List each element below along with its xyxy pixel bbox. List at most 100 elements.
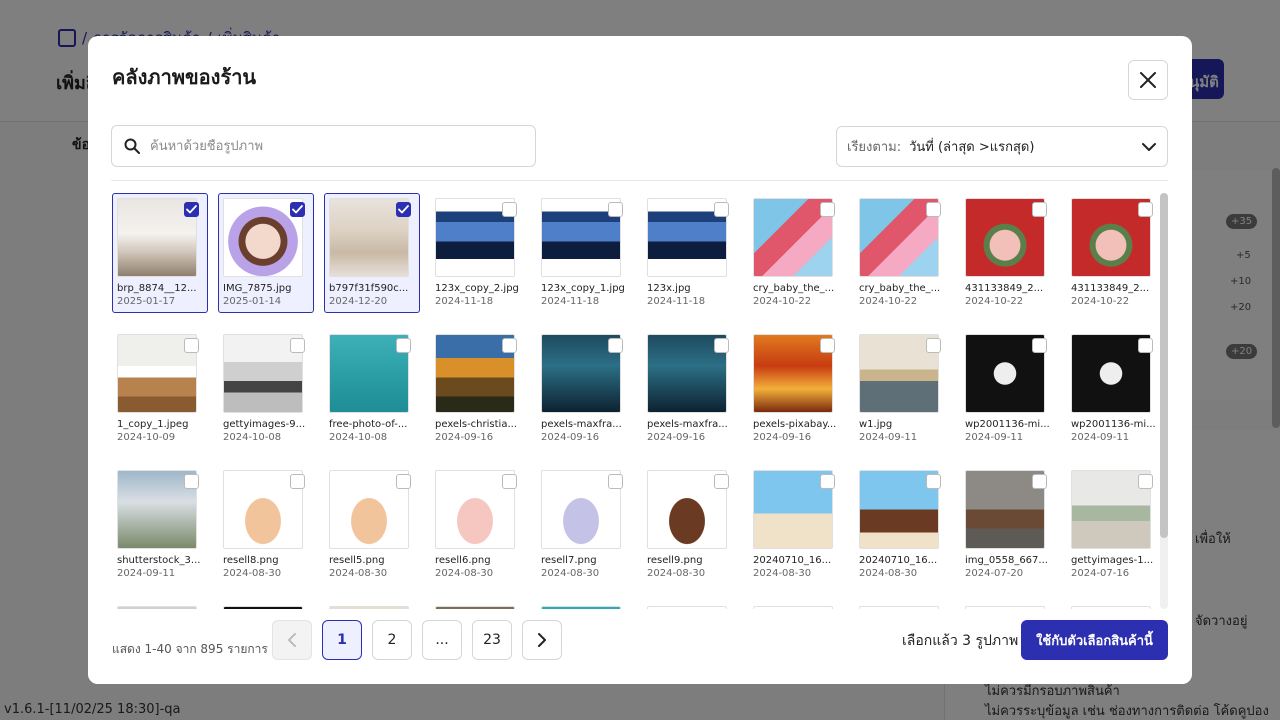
page-ellipsis[interactable]: ... — [422, 620, 462, 660]
search-field[interactable] — [111, 125, 536, 167]
image-tile[interactable] — [1066, 601, 1158, 609]
image-date: 2024-10-22 — [859, 296, 918, 307]
image-tile[interactable]: 431133849_2... 2024-10-22 — [960, 193, 1056, 313]
select-checkbox[interactable] — [290, 202, 305, 217]
image-tile[interactable]: resell5.png 2024-08-30 — [324, 465, 420, 585]
image-thumbnail[interactable] — [1071, 606, 1151, 609]
select-checkbox[interactable] — [502, 338, 517, 353]
image-tile[interactable]: gettyimages-1... 2024-07-16 — [1066, 465, 1158, 585]
image-tile[interactable]: pexels-pixabay... 2024-09-16 — [748, 329, 844, 449]
page-23-button[interactable]: 23 — [472, 620, 512, 660]
next-page-button[interactable] — [522, 620, 562, 660]
image-tile[interactable]: pexels-maxfra... 2024-09-16 — [536, 329, 632, 449]
image-tile[interactable]: 1_copy_1.jpeg 2024-10-09 — [112, 329, 208, 449]
select-checkbox[interactable] — [184, 474, 199, 489]
image-tile[interactable] — [324, 601, 420, 609]
select-checkbox[interactable] — [290, 338, 305, 353]
image-thumbnail[interactable] — [117, 606, 197, 609]
image-tile[interactable]: w1.jpg 2024-09-11 — [854, 329, 950, 449]
image-tile[interactable]: resell6.png 2024-08-30 — [430, 465, 526, 585]
page-2-button[interactable]: 2 — [372, 620, 412, 660]
image-tile[interactable] — [430, 601, 526, 609]
select-checkbox[interactable] — [184, 338, 199, 353]
select-checkbox[interactable] — [1032, 338, 1047, 353]
image-tile[interactable]: 20240710_16... 2024-08-30 — [748, 465, 844, 585]
page-1-button[interactable]: 1 — [322, 620, 362, 660]
select-checkbox[interactable] — [926, 338, 941, 353]
image-thumbnail[interactable] — [541, 606, 621, 609]
image-tile[interactable] — [218, 601, 314, 609]
image-thumbnail[interactable] — [647, 606, 727, 609]
select-checkbox[interactable] — [714, 474, 729, 489]
image-tile[interactable]: cry_baby_the_... 2024-10-22 — [748, 193, 844, 313]
search-input[interactable] — [150, 138, 520, 154]
chevron-right-icon — [538, 633, 546, 647]
select-checkbox[interactable] — [1138, 338, 1153, 353]
close-button[interactable] — [1128, 60, 1168, 100]
image-tile[interactable]: b797f31f590c... 2024-12-20 — [324, 193, 420, 313]
image-name: resell8.png — [223, 555, 279, 566]
select-checkbox[interactable] — [714, 202, 729, 217]
select-checkbox[interactable] — [1138, 474, 1153, 489]
image-tile[interactable]: free-photo-of-... 2024-10-08 — [324, 329, 420, 449]
image-tile[interactable]: shutterstock_3... 2024-09-11 — [112, 465, 208, 585]
image-tile[interactable] — [748, 601, 844, 609]
grid-scrollbar[interactable] — [1160, 193, 1168, 609]
image-tile[interactable]: cry_baby_the_... 2024-10-22 — [854, 193, 950, 313]
grid-scrollbar-thumb[interactable] — [1160, 193, 1168, 538]
sort-dropdown[interactable]: เรียงตาม: วันที่ (ล่าสุด >แรกสุด) — [836, 126, 1168, 167]
select-checkbox[interactable] — [396, 338, 411, 353]
image-tile[interactable]: 123x.jpg 2024-11-18 — [642, 193, 738, 313]
select-checkbox[interactable] — [820, 338, 835, 353]
image-tile[interactable]: 20240710_16... 2024-08-30 — [854, 465, 950, 585]
image-tile[interactable]: brp_8874__12... 2025-01-17 — [112, 193, 208, 313]
image-thumbnail[interactable] — [859, 606, 939, 609]
image-tile[interactable]: wp2001136-mi... 2024-09-11 — [960, 329, 1056, 449]
image-tile[interactable] — [960, 601, 1056, 609]
image-tile[interactable]: resell8.png 2024-08-30 — [218, 465, 314, 585]
image-name: b797f31f590c... — [329, 283, 409, 294]
select-checkbox[interactable] — [396, 474, 411, 489]
image-thumbnail[interactable] — [223, 606, 303, 609]
select-checkbox[interactable] — [1138, 202, 1153, 217]
image-tile[interactable]: IMG_7875.jpg 2025-01-14 — [218, 193, 314, 313]
select-checkbox[interactable] — [396, 202, 411, 217]
image-tile[interactable]: img_0558_667... 2024-07-20 — [960, 465, 1056, 585]
select-checkbox[interactable] — [608, 338, 623, 353]
apply-button[interactable]: ใช้กับตัวเลือกสินค้านี้ — [1021, 620, 1168, 660]
select-checkbox[interactable] — [1032, 202, 1047, 217]
select-checkbox[interactable] — [290, 474, 305, 489]
image-tile[interactable]: 123x_copy_2.jpg 2024-11-18 — [430, 193, 526, 313]
select-checkbox[interactable] — [926, 474, 941, 489]
image-date: 2024-10-22 — [753, 296, 812, 307]
image-tile[interactable]: resell9.png 2024-08-30 — [642, 465, 738, 585]
select-checkbox[interactable] — [502, 202, 517, 217]
select-checkbox[interactable] — [926, 202, 941, 217]
image-thumbnail[interactable] — [965, 606, 1045, 609]
select-checkbox[interactable] — [714, 338, 729, 353]
select-checkbox[interactable] — [1032, 474, 1047, 489]
image-tile[interactable]: 431133849_2... 2024-10-22 — [1066, 193, 1158, 313]
select-checkbox[interactable] — [608, 202, 623, 217]
select-checkbox[interactable] — [608, 474, 623, 489]
select-checkbox[interactable] — [184, 202, 199, 217]
image-thumbnail[interactable] — [435, 606, 515, 609]
image-tile[interactable] — [854, 601, 950, 609]
image-thumbnail[interactable] — [753, 606, 833, 609]
image-tile[interactable]: pexels-maxfra... 2024-09-16 — [642, 329, 738, 449]
image-tile[interactable] — [112, 601, 208, 609]
image-tile[interactable]: 123x_copy_1.jpg 2024-11-18 — [536, 193, 632, 313]
prev-page-button[interactable] — [272, 620, 312, 660]
select-checkbox[interactable] — [820, 474, 835, 489]
image-tile[interactable]: wp2001136-mi... 2024-09-11 — [1066, 329, 1158, 449]
image-tile[interactable] — [536, 601, 632, 609]
select-checkbox[interactable] — [502, 474, 517, 489]
select-checkbox[interactable] — [820, 202, 835, 217]
image-tile[interactable]: gettyimages-9... 2024-10-08 — [218, 329, 314, 449]
check-icon — [398, 205, 409, 214]
image-tile[interactable]: pexels-christia... 2024-09-16 — [430, 329, 526, 449]
image-tile[interactable] — [642, 601, 738, 609]
image-thumbnail[interactable] — [329, 606, 409, 609]
image-tile[interactable]: resell7.png 2024-08-30 — [536, 465, 632, 585]
image-name: gettyimages-9... — [223, 419, 306, 430]
